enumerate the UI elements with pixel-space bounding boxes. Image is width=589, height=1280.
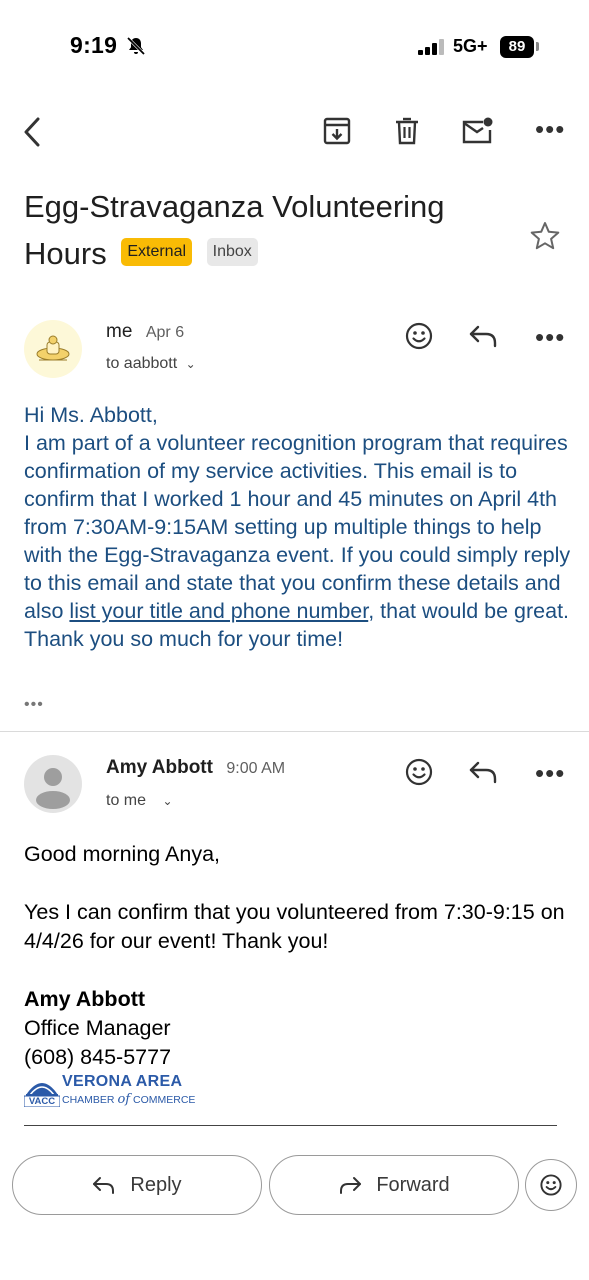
- message1-greeting: Hi Ms. Abbott,: [24, 403, 158, 427]
- message1-body: Hi Ms. Abbott, I am part of a volunteer …: [24, 401, 574, 653]
- message1-inline-link[interactable]: list your title and phone number: [69, 599, 368, 623]
- star-icon[interactable]: [529, 220, 561, 252]
- avatar-amy-abbott[interactable]: [24, 755, 82, 813]
- emoji-react-icon[interactable]: [404, 757, 434, 787]
- network-type: 5G+: [453, 36, 488, 56]
- forward-button-label: Forward: [376, 1173, 450, 1196]
- signature-phone[interactable]: (608) 845-5777: [24, 1043, 574, 1072]
- logo-of: of: [117, 1092, 131, 1107]
- back-arrow-icon[interactable]: [20, 116, 46, 148]
- silent-bell-icon: [126, 36, 146, 56]
- message-divider: [0, 731, 589, 732]
- reply-button[interactable]: Reply: [12, 1155, 262, 1215]
- signature-title: Office Manager: [24, 1016, 171, 1040]
- mark-unread-icon[interactable]: [461, 116, 495, 146]
- default-person-icon: [36, 768, 70, 809]
- message1-sender: me: [106, 321, 133, 342]
- chevron-down-icon: ⌄: [185, 357, 196, 371]
- emoji-react-icon[interactable]: [404, 321, 434, 351]
- reply-button-label: Reply: [130, 1173, 182, 1196]
- archive-icon[interactable]: [322, 116, 352, 146]
- message2-greeting: Good morning Anya,: [24, 842, 221, 866]
- message1-paragraph: I am part of a volunteer recognition pro…: [24, 429, 574, 653]
- battery-level: 89: [500, 36, 534, 58]
- forward-button[interactable]: Forward: [269, 1155, 519, 1215]
- message1-text-before-link: I am part of a volunteer recognition pro…: [24, 431, 571, 623]
- reply-icon[interactable]: [468, 323, 498, 349]
- logo-chamber: CHAMBER: [62, 1094, 115, 1106]
- signature-divider: [24, 1125, 557, 1126]
- emoji-icon: [540, 1174, 562, 1196]
- show-trimmed-content-icon[interactable]: •••: [24, 696, 44, 714]
- message1-recipient-text: to aabbott: [106, 355, 178, 372]
- message1-date: Apr 6: [145, 324, 185, 341]
- message2-recipient[interactable]: to me ⌄: [106, 792, 173, 810]
- message2-sender: Amy Abbott: [106, 757, 213, 778]
- message2-recipient-text: to me: [106, 792, 147, 809]
- logo-line1: VERONA AREA: [62, 1073, 183, 1090]
- message2-paragraph: Yes I can confirm that you volunteered f…: [24, 900, 565, 953]
- battery-tip: [536, 42, 539, 51]
- external-badge: External: [121, 237, 193, 266]
- message2-more-icon[interactable]: •••: [535, 758, 565, 789]
- inbox-label[interactable]: Inbox: [206, 237, 258, 266]
- status-time: 9:19: [70, 32, 118, 58]
- message2-body: Good morning Anya, Yes I can confirm tha…: [24, 840, 574, 1072]
- message2-header[interactable]: Amy Abbott 9:00 AM: [106, 757, 285, 779]
- email-subject: Egg-Stravaganza Volunteering Hours Exter…: [24, 183, 504, 277]
- message2-time: 9:00 AM: [226, 760, 286, 777]
- signature-name: Amy Abbott: [24, 987, 146, 1011]
- avatar-image-icon: [36, 335, 70, 361]
- signal-icon: [418, 39, 444, 55]
- reply-icon[interactable]: [468, 759, 498, 785]
- reply-arrow-icon: [93, 1177, 115, 1194]
- logo-abbr: VACC: [28, 1096, 56, 1107]
- logo-line2: CHAMBER of COMMERCE: [62, 1092, 195, 1107]
- chevron-down-icon: ⌄: [162, 794, 173, 808]
- forward-arrow-icon: [340, 1177, 362, 1194]
- message1-recipient[interactable]: to aabbott ⌄: [106, 355, 196, 373]
- more-options-icon[interactable]: •••: [535, 114, 565, 145]
- logo-commerce: COMMERCE: [133, 1094, 196, 1106]
- chamber-logo: VACC VERONA AREA CHAMBER of COMMERCE: [24, 1073, 195, 1109]
- delete-icon[interactable]: [392, 116, 422, 146]
- message1-more-icon[interactable]: •••: [535, 322, 565, 353]
- emoji-reaction-button[interactable]: [525, 1159, 577, 1211]
- avatar-me[interactable]: [24, 320, 82, 378]
- message1-header[interactable]: me Apr 6: [106, 321, 184, 343]
